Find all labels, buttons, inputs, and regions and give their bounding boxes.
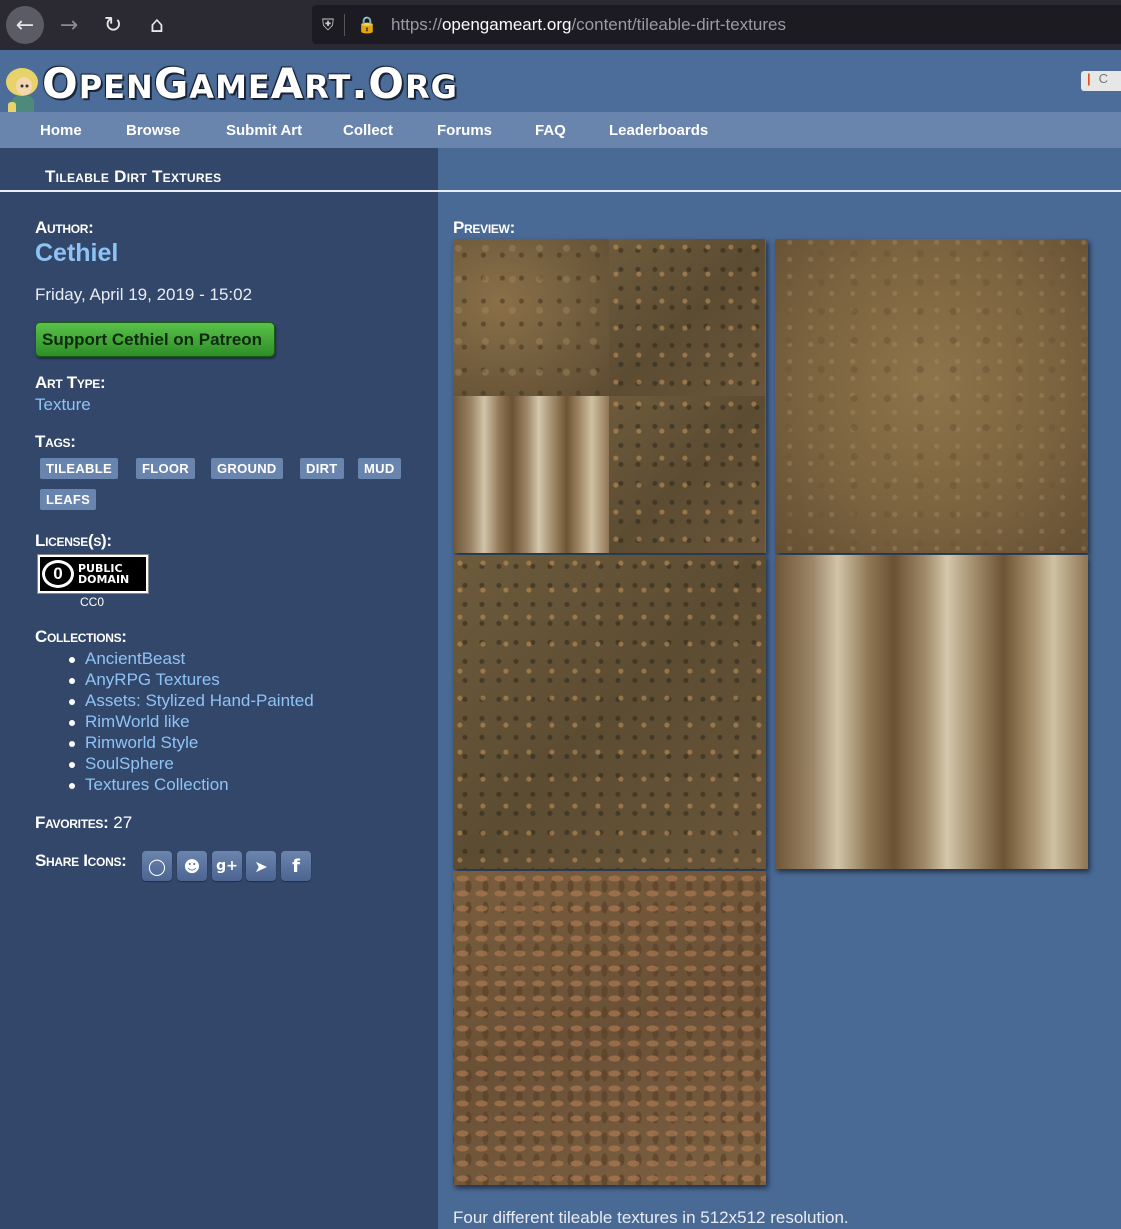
favorites: Favorites: 27 (35, 813, 132, 833)
texture-preview-image[interactable] (775, 555, 1088, 869)
public-domain-badge[interactable]: 0 PUBLIC DOMAIN (37, 554, 149, 594)
texture-preview-image[interactable] (453, 555, 766, 869)
login-button[interactable]: | C (1081, 71, 1121, 91)
collections-list: AncientBeast AnyRPG Textures Assets: Sty… (66, 649, 314, 796)
texture-preview-image[interactable] (453, 239, 766, 553)
collection-link[interactable]: RimWorld like (66, 712, 314, 733)
favorites-label: Favorites: (35, 813, 109, 832)
texture-quadrant (453, 239, 609, 396)
tags-label: Tags: (35, 432, 76, 451)
nav-forums[interactable]: Forums (437, 122, 492, 139)
collection-link[interactable]: Assets: Stylized Hand-Painted (66, 691, 314, 712)
collection-link[interactable]: Rimworld Style (66, 733, 314, 754)
logo-part: . (351, 59, 369, 108)
art-type-link[interactable]: Texture (35, 395, 91, 415)
url-path: /content/tileable-dirt-textures (571, 14, 786, 34)
twitter-icon[interactable]: ➤ (246, 851, 276, 881)
nav-collect[interactable]: Collect (343, 122, 393, 139)
login-stub-label: C (1098, 71, 1109, 86)
collection-link[interactable]: AnyRPG Textures (66, 670, 314, 691)
logo-part: A (270, 59, 305, 108)
nav-submit-art[interactable]: Submit Art (226, 122, 302, 139)
texture-quadrant (609, 239, 765, 396)
logo-part: RG (405, 68, 458, 106)
qr-code-icon[interactable]: ◯ (142, 851, 172, 881)
reddit-icon[interactable]: ☻ (177, 851, 207, 881)
main-nav: Home Browse Submit Art Collect Forums FA… (0, 112, 1121, 148)
google-plus-icon[interactable]: g+ (212, 851, 242, 881)
site-header: OPENGAMEART.ORG | C (0, 50, 1121, 120)
logo-part: AME (189, 68, 271, 106)
forward-arrow-icon[interactable]: → (50, 6, 88, 44)
url-prefix: https:// (390, 14, 442, 34)
logo-part: G (153, 59, 190, 108)
logo-part: PEN (78, 68, 154, 106)
texture-preview-image[interactable] (775, 239, 1088, 553)
author-label: Author: (35, 218, 94, 237)
preview-label: Preview: (453, 218, 515, 237)
address-separator (344, 13, 346, 36)
favorites-count: 27 (113, 813, 133, 832)
url-domain: opengameart.org (441, 14, 572, 34)
back-arrow-icon[interactable]: ← (6, 6, 44, 44)
post-date: Friday, April 19, 2019 - 15:02 (35, 285, 253, 304)
title-bar: Tileable Dirt Textures (0, 160, 1121, 192)
collection-link[interactable]: SoulSphere (66, 754, 314, 775)
logo-part: O (42, 59, 79, 108)
tag-floor[interactable]: FLOOR (136, 458, 195, 479)
badge-line-2: DOMAIN (78, 573, 130, 586)
badge-text: PUBLIC DOMAIN (78, 563, 129, 585)
texture-quadrant (609, 396, 765, 553)
tag-mud[interactable]: MUD (358, 458, 401, 479)
license-name[interactable]: CC0 (80, 595, 104, 609)
description: Four different tileable textures in 512x… (453, 1208, 849, 1227)
home-icon[interactable]: ⌂ (138, 6, 176, 44)
nav-leaderboards[interactable]: Leaderboards (609, 122, 708, 139)
tag-ground[interactable]: GROUND (211, 458, 283, 479)
art-type-label: Art Type: (35, 373, 106, 392)
facebook-icon[interactable]: f (281, 851, 311, 881)
tag-leafs[interactable]: LEAFS (40, 489, 97, 510)
share-label: Share Icons: (35, 851, 127, 870)
collection-link[interactable]: AncientBeast (66, 649, 314, 670)
nav-faq[interactable]: FAQ (535, 122, 566, 139)
site-logo[interactable]: OPENGAMEART.ORG (42, 59, 458, 108)
lock-icon[interactable]: 🔒 (357, 15, 377, 34)
nav-home[interactable]: Home (40, 122, 82, 139)
patreon-button[interactable]: Support Cethiel on Patreon (35, 322, 275, 357)
license-label: License(s): (35, 531, 112, 550)
collection-link[interactable]: Textures Collection (66, 775, 314, 796)
texture-quadrant (453, 396, 609, 553)
browser-toolbar: ← → ↻ ⌂ ⛨ 🔒 https://opengameart.org/cont… (0, 0, 1121, 50)
reload-icon[interactable]: ↻ (94, 6, 132, 44)
address-bar[interactable]: ⛨ 🔒 https://opengameart.org/content/tile… (312, 5, 1121, 44)
tag-dirt[interactable]: DIRT (300, 458, 344, 479)
nav-browse[interactable]: Browse (126, 122, 180, 139)
logo-part: RT (304, 68, 352, 106)
shield-icon[interactable]: ⛨ (322, 15, 334, 35)
collections-label: Collections: (35, 627, 127, 646)
author-link[interactable]: Cethiel (35, 239, 118, 268)
texture-preview-image[interactable] (453, 871, 766, 1185)
logo-part: O (368, 59, 405, 108)
cc-zero-icon: 0 (42, 560, 74, 588)
tag-tileable[interactable]: TILEABLE (40, 458, 118, 479)
flame-icon: | (1087, 71, 1091, 86)
page-title: Tileable Dirt Textures (45, 167, 222, 186)
